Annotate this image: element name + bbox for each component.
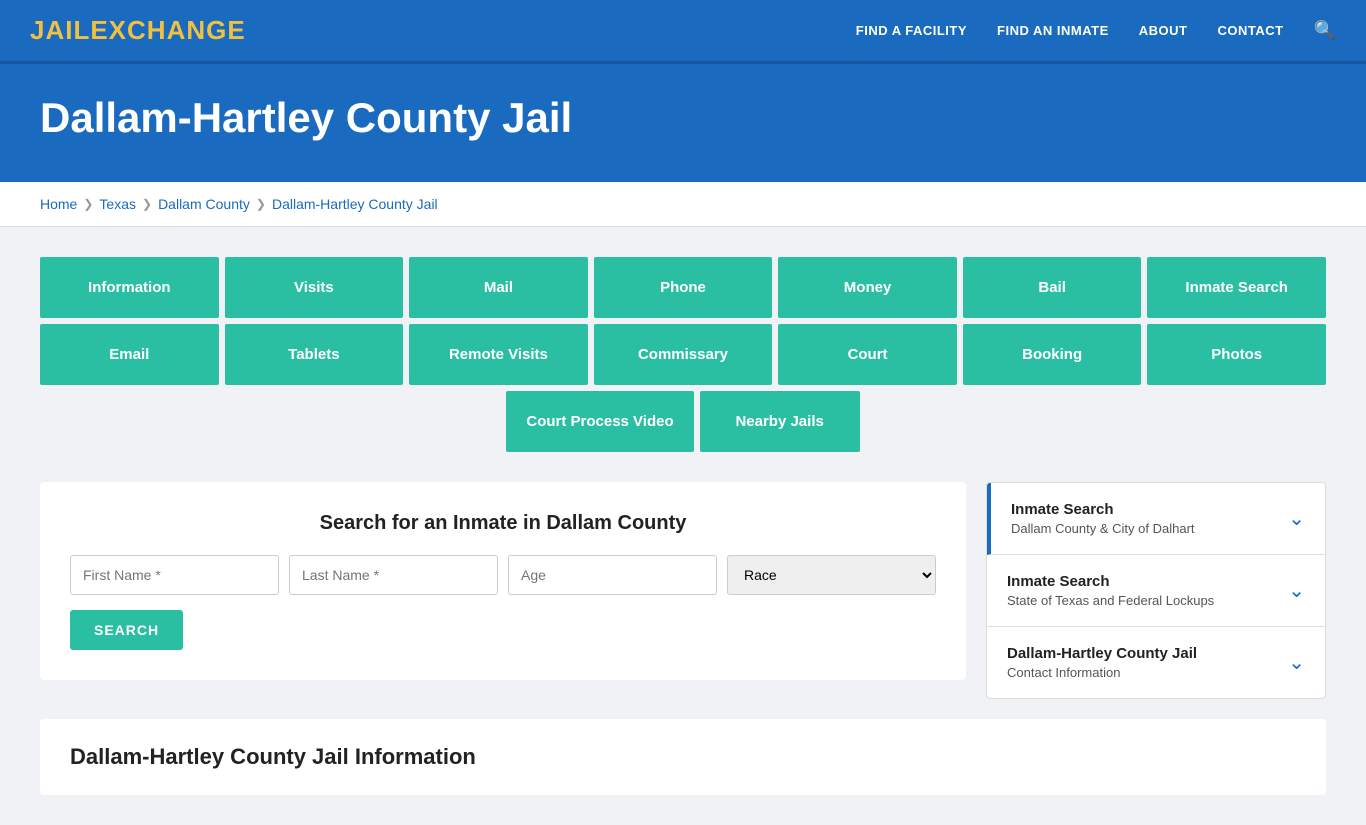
- sidebar-item-sub-1: State of Texas and Federal Lockups: [1007, 593, 1214, 608]
- search-button[interactable]: SEARCH: [70, 610, 183, 650]
- hero-section: Dallam-Hartley County Jail: [0, 64, 1366, 182]
- breadcrumb-sep-2: ❯: [142, 197, 152, 211]
- last-name-input[interactable]: [289, 555, 498, 595]
- chevron-down-icon-0: ⌄: [1288, 506, 1305, 531]
- chevron-down-icon-2: ⌄: [1288, 650, 1305, 675]
- nav-contact[interactable]: CONTACT: [1217, 23, 1283, 38]
- first-name-input[interactable]: [70, 555, 279, 595]
- sidebar-item-1[interactable]: Inmate Search State of Texas and Federal…: [987, 555, 1325, 627]
- breadcrumb-sep-1: ❯: [83, 197, 93, 211]
- btn-remote-visits[interactable]: Remote Visits: [409, 324, 588, 385]
- breadcrumb: Home ❯ Texas ❯ Dallam County ❯ Dallam-Ha…: [40, 196, 1326, 212]
- breadcrumb-dallam-county[interactable]: Dallam County: [158, 196, 250, 212]
- main-content: Information Visits Mail Phone Money Bail…: [0, 227, 1366, 825]
- breadcrumb-bar: Home ❯ Texas ❯ Dallam County ❯ Dallam-Ha…: [0, 182, 1366, 227]
- sidebar-item-2[interactable]: Dallam-Hartley County Jail Contact Infor…: [987, 627, 1325, 698]
- sidebar: Inmate Search Dallam County & City of Da…: [986, 482, 1326, 699]
- search-fields: Race White Black Hispanic Asian Other: [70, 555, 936, 595]
- chevron-down-icon-1: ⌄: [1288, 578, 1305, 603]
- btn-nearby-jails[interactable]: Nearby Jails: [700, 391, 860, 452]
- nav-about[interactable]: ABOUT: [1139, 23, 1188, 38]
- btn-visits[interactable]: Visits: [225, 257, 404, 318]
- sidebar-item-title-0: Inmate Search: [1011, 501, 1195, 518]
- logo-jail: JAIL: [30, 15, 90, 45]
- breadcrumb-current[interactable]: Dallam-Hartley County Jail: [272, 196, 438, 212]
- btn-booking[interactable]: Booking: [963, 324, 1142, 385]
- bottom-info-section: Dallam-Hartley County Jail Information: [40, 719, 1326, 795]
- btn-phone[interactable]: Phone: [594, 257, 773, 318]
- main-nav: FIND A FACILITY FIND AN INMATE ABOUT CON…: [856, 20, 1336, 41]
- btn-email[interactable]: Email: [40, 324, 219, 385]
- btn-court-process-video[interactable]: Court Process Video: [506, 391, 693, 452]
- btn-mail[interactable]: Mail: [409, 257, 588, 318]
- search-icon[interactable]: 🔍: [1314, 20, 1336, 41]
- btn-court[interactable]: Court: [778, 324, 957, 385]
- logo-exchange: EXCHANGE: [90, 15, 245, 45]
- search-title: Search for an Inmate in Dallam County: [70, 512, 936, 535]
- bottom-title: Dallam-Hartley County Jail Information: [70, 744, 1296, 770]
- grid-row-1: Information Visits Mail Phone Money Bail…: [40, 257, 1326, 318]
- breadcrumb-home[interactable]: Home: [40, 196, 77, 212]
- nav-find-facility[interactable]: FIND A FACILITY: [856, 23, 967, 38]
- btn-bail[interactable]: Bail: [963, 257, 1142, 318]
- grid-row-3: Court Process Video Nearby Jails: [40, 391, 1326, 452]
- sidebar-item-sub-0: Dallam County & City of Dalhart: [1011, 521, 1195, 536]
- btn-money[interactable]: Money: [778, 257, 957, 318]
- sidebar-item-title-2: Dallam-Hartley County Jail: [1007, 645, 1197, 662]
- breadcrumb-texas[interactable]: Texas: [99, 196, 136, 212]
- sidebar-item-title-1: Inmate Search: [1007, 573, 1214, 590]
- age-input[interactable]: [508, 555, 717, 595]
- sidebar-item-0[interactable]: Inmate Search Dallam County & City of Da…: [987, 483, 1325, 555]
- btn-photos[interactable]: Photos: [1147, 324, 1326, 385]
- nav-find-inmate[interactable]: FIND AN INMATE: [997, 23, 1109, 38]
- two-col-layout: Search for an Inmate in Dallam County Ra…: [40, 482, 1326, 699]
- header: JAILEXCHANGE FIND A FACILITY FIND AN INM…: [0, 0, 1366, 64]
- btn-commissary[interactable]: Commissary: [594, 324, 773, 385]
- logo[interactable]: JAILEXCHANGE: [30, 15, 246, 46]
- page-title: Dallam-Hartley County Jail: [40, 94, 1326, 142]
- sidebar-item-sub-2: Contact Information: [1007, 665, 1197, 680]
- inmate-search-box: Search for an Inmate in Dallam County Ra…: [40, 482, 966, 680]
- btn-tablets[interactable]: Tablets: [225, 324, 404, 385]
- race-select[interactable]: Race White Black Hispanic Asian Other: [727, 555, 936, 595]
- breadcrumb-sep-3: ❯: [256, 197, 266, 211]
- btn-inmate-search[interactable]: Inmate Search: [1147, 257, 1326, 318]
- btn-information[interactable]: Information: [40, 257, 219, 318]
- grid-row-2: Email Tablets Remote Visits Commissary C…: [40, 324, 1326, 385]
